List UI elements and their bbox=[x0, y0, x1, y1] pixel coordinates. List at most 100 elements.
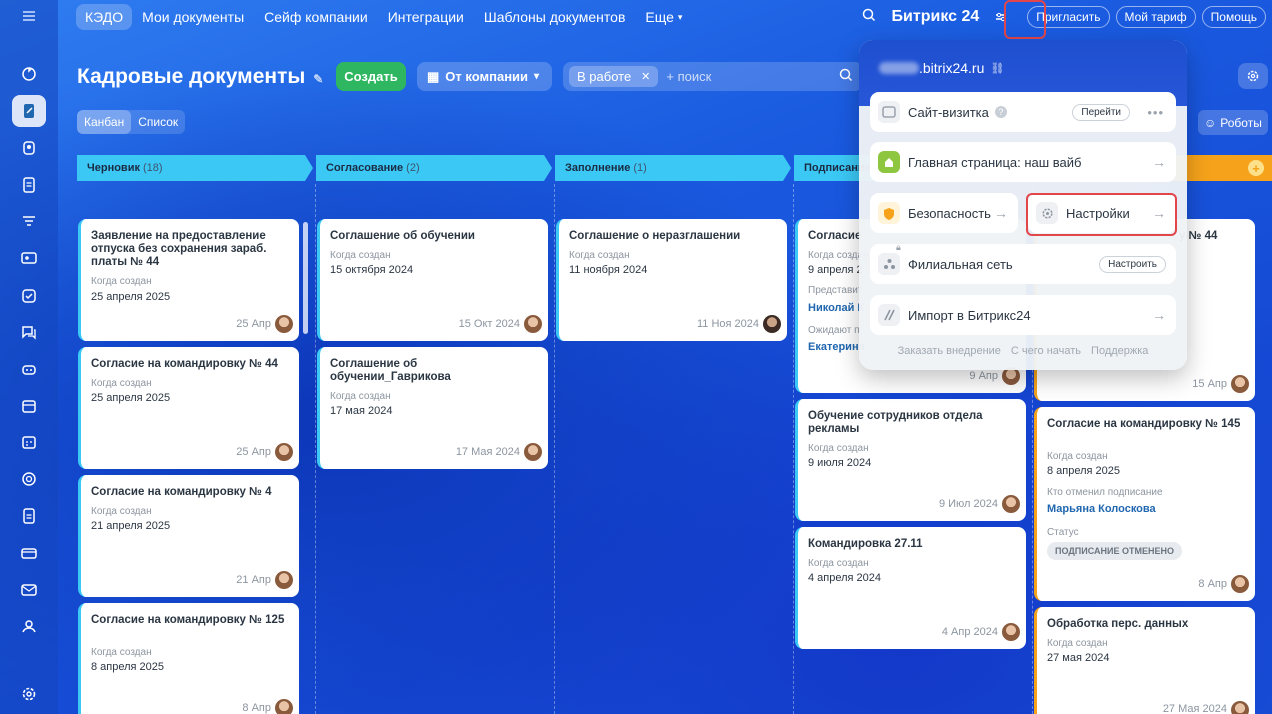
card-label: Когда создан bbox=[1047, 638, 1108, 649]
nav-kedo[interactable]: КЭДО bbox=[76, 4, 133, 30]
mail-icon[interactable] bbox=[12, 574, 46, 606]
avatar[interactable] bbox=[1002, 623, 1020, 641]
documents-sign-icon[interactable] bbox=[12, 95, 46, 127]
avatar[interactable] bbox=[275, 699, 293, 714]
column-count: (18) bbox=[142, 162, 163, 174]
pin-icon[interactable]: ✎ bbox=[313, 72, 323, 86]
tariff-button[interactable]: Мой тариф bbox=[1115, 6, 1196, 28]
nav-templates[interactable]: Шаблоны документов bbox=[474, 4, 636, 30]
avatar[interactable] bbox=[275, 315, 293, 333]
kanban-card[interactable]: Согласие на командировку № 145 Когда соз… bbox=[1034, 407, 1255, 601]
card-date: 21 Апр bbox=[236, 574, 271, 586]
avatar[interactable] bbox=[524, 315, 542, 333]
column-count: (2) bbox=[406, 162, 420, 174]
footer-link-order[interactable]: Заказать внедрение bbox=[898, 345, 1001, 357]
search-field[interactable]: В работе ✕ + поиск bbox=[563, 62, 863, 91]
kanban-card[interactable]: Согласие на командировку № 44 Когда созд… bbox=[78, 347, 299, 469]
document-icon[interactable] bbox=[12, 169, 46, 201]
brand-logo[interactable]: Битрикс 24 bbox=[892, 8, 980, 26]
team-icon[interactable] bbox=[12, 610, 46, 642]
avatar[interactable] bbox=[1231, 375, 1249, 393]
card-title: Соглашение об обучении_Гаврикова bbox=[330, 358, 451, 383]
filter-tag[interactable]: В работе ✕ bbox=[569, 66, 659, 87]
company-filter-button[interactable]: ▦ От компании ▾ bbox=[417, 62, 552, 91]
scrollbar[interactable] bbox=[303, 222, 308, 334]
avatar[interactable] bbox=[524, 443, 542, 461]
avatar[interactable] bbox=[1231, 575, 1249, 593]
search-icon[interactable] bbox=[839, 68, 853, 85]
footer-link-start[interactable]: С чего начать bbox=[1011, 345, 1081, 357]
kanban-card[interactable]: Соглашение о неразглашении Когда создан … bbox=[556, 219, 787, 341]
branch-network-item[interactable]: 🔒︎ Филиальная сеть Настроить bbox=[870, 242, 1176, 284]
close-icon[interactable]: ✕ bbox=[641, 70, 650, 83]
nav-more[interactable]: Еще ▾ bbox=[635, 4, 692, 30]
tab-list[interactable]: Список bbox=[131, 110, 185, 134]
add-icon[interactable]: + bbox=[1248, 160, 1264, 176]
payment-icon[interactable] bbox=[12, 537, 46, 569]
card-value: 8 апреля 2025 bbox=[91, 661, 165, 673]
nav-my-documents[interactable]: Мои документы bbox=[132, 4, 254, 30]
avatar[interactable] bbox=[275, 443, 293, 461]
avatar[interactable] bbox=[1002, 495, 1020, 513]
settings-gear-icon[interactable] bbox=[12, 678, 46, 710]
calendar-icon[interactable] bbox=[12, 390, 46, 422]
card-date: 11 Ноя 2024 bbox=[696, 318, 759, 330]
kanban-card[interactable]: Соглашение об обучении_Гаврикова Когда с… bbox=[317, 347, 548, 469]
homepage-item[interactable]: Главная страница: наш вайб → bbox=[870, 142, 1176, 182]
card-person-link[interactable]: Екатерина bbox=[808, 341, 865, 353]
avatar[interactable] bbox=[1231, 701, 1249, 714]
portal-domain[interactable]: .bitrix24.ru ⛓ bbox=[879, 60, 1004, 76]
tasks-icon[interactable] bbox=[12, 280, 46, 312]
sync-icon[interactable] bbox=[12, 58, 46, 90]
card-title: Обработка перс. данных bbox=[1047, 618, 1189, 630]
kanban-card[interactable]: Заявление на предоставление отпуска без … bbox=[78, 219, 299, 341]
filter-icon[interactable] bbox=[12, 206, 46, 238]
bot-icon[interactable] bbox=[12, 353, 46, 385]
kanban-card[interactable]: Обучение сотрудников отдела рекламы Когд… bbox=[795, 399, 1026, 521]
avatar[interactable] bbox=[763, 315, 781, 333]
kanban-card[interactable]: Согласие на командировку № 4 Когда созда… bbox=[78, 475, 299, 597]
nav-company-safe[interactable]: Сейф компании bbox=[254, 4, 378, 30]
card-value: 9 апреля 2 bbox=[808, 264, 863, 276]
kanban-card[interactable]: Обработка перс. данных Когда создан 27 м… bbox=[1034, 607, 1255, 714]
card-date: 17 Мая 2024 bbox=[455, 446, 520, 458]
card-label: Представит bbox=[808, 285, 863, 296]
more-icon[interactable]: ••• bbox=[1147, 105, 1164, 120]
kanban-card[interactable]: Командировка 27.11 Когда создан 4 апреля… bbox=[795, 527, 1026, 649]
card-label: Когда создан bbox=[808, 443, 869, 454]
site-go-button[interactable]: Перейти bbox=[1072, 103, 1130, 121]
nav-integrations[interactable]: Интеграции bbox=[378, 4, 474, 30]
import-item[interactable]: Импорт в Битрикс24 → bbox=[870, 295, 1176, 335]
card-person-link[interactable]: Николай К bbox=[808, 302, 864, 314]
security-item[interactable]: Безопасность → bbox=[870, 193, 1018, 233]
robots-button[interactable]: ☺ Роботы bbox=[1198, 110, 1268, 135]
schedule-icon[interactable] bbox=[12, 426, 46, 458]
card-label: Когда создан bbox=[330, 250, 391, 261]
column-header-filling[interactable]: Заполнение (1) bbox=[555, 155, 791, 181]
branch-configure-button[interactable]: Настроить bbox=[1099, 255, 1166, 273]
help-button[interactable]: Помощь bbox=[1201, 6, 1266, 28]
kanban-card[interactable]: Согласие на командировку № 125 Когда соз… bbox=[78, 603, 299, 714]
card-person-link[interactable]: Марьяна Колоскова bbox=[1047, 503, 1156, 515]
contacts-icon[interactable] bbox=[12, 132, 46, 164]
site-icon bbox=[878, 101, 900, 123]
create-button[interactable]: Создать bbox=[336, 62, 406, 91]
search-icon[interactable] bbox=[862, 8, 876, 27]
page-settings-gear-icon[interactable] bbox=[1238, 63, 1268, 89]
card-value: 25 апреля 2025 bbox=[91, 392, 171, 404]
menu-icon[interactable] bbox=[12, 0, 46, 32]
chat-icon[interactable] bbox=[12, 316, 46, 348]
tab-kanban[interactable]: Канбан bbox=[77, 110, 132, 134]
home-icon bbox=[878, 151, 900, 173]
site-card-item[interactable]: Сайт-визитка ? Перейти ••• bbox=[870, 92, 1176, 132]
file-icon[interactable] bbox=[12, 500, 46, 532]
column-header-approval[interactable]: Согласование (2) bbox=[316, 155, 552, 181]
id-card-icon[interactable] bbox=[12, 242, 46, 274]
column-header-draft[interactable]: Черновик (18) bbox=[77, 155, 313, 181]
target-icon[interactable] bbox=[12, 463, 46, 495]
footer-link-support[interactable]: Поддержка bbox=[1091, 345, 1148, 357]
help-icon[interactable]: ? bbox=[994, 106, 1007, 118]
link-icon[interactable]: ⛓ bbox=[990, 62, 1004, 75]
avatar[interactable] bbox=[275, 571, 293, 589]
kanban-card[interactable]: Соглашение об обучении Когда создан 15 о… bbox=[317, 219, 548, 341]
